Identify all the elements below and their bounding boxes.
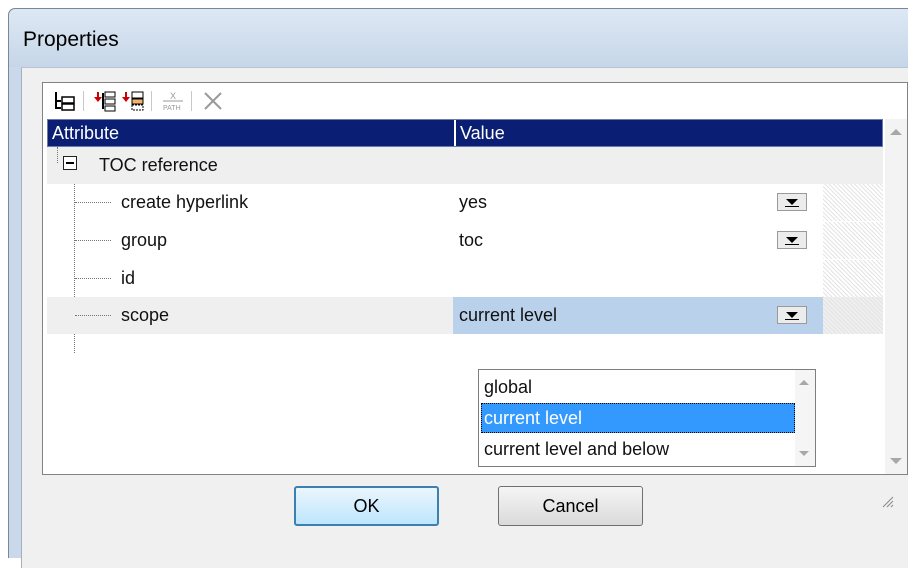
table-row[interactable]: group toc	[47, 222, 883, 259]
table-row-selected[interactable]: scope current level	[47, 297, 883, 334]
attribute-column-header[interactable]: Attribute	[48, 120, 454, 146]
toolbar: X PATH	[43, 83, 907, 119]
attribute-label: group	[121, 230, 168, 250]
grid-header: Attribute Value	[47, 119, 883, 147]
svg-text:PATH: PATH	[163, 105, 181, 112]
svg-text:X: X	[170, 91, 176, 101]
attribute-value[interactable]: yes	[453, 184, 487, 221]
group-row[interactable]: TOC reference	[47, 147, 883, 184]
append-child-icon[interactable]	[121, 90, 145, 112]
properties-panel: X PATH Attribute Value TOC reference cre…	[42, 82, 908, 475]
tree-line	[75, 240, 111, 241]
dropdown-scrollbar[interactable]	[795, 370, 815, 466]
hatch-area	[823, 222, 883, 259]
value-column-header[interactable]: Value	[456, 120, 882, 146]
delete-icon[interactable]	[201, 90, 225, 112]
attribute-label: create hyperlink	[121, 192, 249, 212]
dropdown-option[interactable]: global	[481, 372, 795, 402]
dialog-client-area: X PATH Attribute Value TOC reference cre…	[21, 67, 908, 568]
resize-grip-icon[interactable]	[880, 494, 894, 508]
table-row[interactable]: id	[47, 260, 883, 297]
chevron-down-icon	[786, 237, 798, 243]
title-bar[interactable]: Properties	[9, 9, 908, 67]
scope-dropdown-list: global current level current level and b…	[478, 369, 816, 467]
scroll-down-icon[interactable]	[799, 451, 809, 456]
tree-line	[75, 278, 111, 279]
table-row[interactable]: create hyperlink yes	[47, 184, 883, 221]
hatch-area	[823, 260, 883, 297]
attribute-label: scope	[121, 305, 170, 325]
scroll-down-icon[interactable]	[890, 458, 902, 464]
ok-button[interactable]: OK	[294, 486, 439, 526]
insert-before-icon[interactable]	[93, 90, 117, 112]
scroll-up-icon[interactable]	[799, 380, 809, 385]
dropdown-button[interactable]	[777, 193, 807, 211]
vertical-scrollbar[interactable]	[885, 119, 907, 474]
tree-line	[57, 147, 58, 163]
collapse-icon[interactable]	[63, 156, 77, 170]
xpath-icon[interactable]: X PATH	[161, 90, 185, 112]
toolbar-separator	[83, 91, 84, 111]
chevron-down-icon	[786, 312, 798, 318]
toolbar-separator	[191, 91, 192, 111]
hatch-area	[823, 297, 883, 334]
attribute-value[interactable]: toc	[453, 222, 483, 259]
tree-line	[75, 315, 111, 316]
cancel-button[interactable]: Cancel	[498, 486, 643, 526]
group-label: TOC reference	[99, 155, 218, 175]
dropdown-option-selected[interactable]: current level	[481, 403, 795, 433]
hatch-area	[823, 184, 883, 221]
dropdown-button[interactable]	[777, 231, 807, 249]
scroll-up-icon[interactable]	[890, 129, 902, 135]
dropdown-option[interactable]: current level and below	[481, 434, 795, 464]
attribute-value-editor[interactable]: current level	[453, 297, 823, 334]
chevron-down-icon	[786, 199, 798, 205]
attribute-value[interactable]	[453, 260, 459, 297]
properties-dialog: Properties X PATH Attribute Value TOC re…	[8, 8, 908, 568]
dropdown-button[interactable]	[777, 306, 807, 324]
toolbar-separator	[151, 91, 152, 111]
window-title: Properties	[23, 28, 119, 51]
tree-icon[interactable]	[53, 90, 77, 112]
tree-line	[75, 202, 111, 203]
attribute-label: id	[121, 268, 136, 288]
